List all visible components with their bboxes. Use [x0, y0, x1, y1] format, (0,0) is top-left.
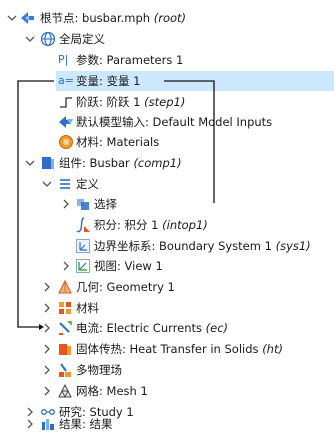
tree-item-label: 结果: 结果: [59, 417, 113, 431]
tree-item-multiphysics[interactable]: 多物理场: [0, 359, 334, 381]
view-icon: [76, 259, 90, 273]
tree-item-label: 视图: View 1: [94, 259, 163, 273]
tree-item-materials-component[interactable]: 材料: [0, 297, 334, 319]
tree-item-view[interactable]: 视图: View 1: [0, 255, 334, 277]
tree-item-global-definitions[interactable]: 全局定义: [0, 28, 334, 50]
tree-item-boundary-system[interactable]: 边界坐标系: Boundary System 1 (sys1): [0, 235, 334, 257]
tree-item-variables[interactable]: a= 变量: 变量 1: [0, 70, 334, 92]
step-function-icon: [60, 97, 72, 108]
tree-item-label: 多物理场: [76, 363, 122, 377]
materials-icon: [59, 135, 73, 149]
multiphysics-icon: [59, 363, 71, 377]
electric-currents-icon: [59, 321, 72, 335]
tree-item-root[interactable]: 根节点: busbar.mph (root): [0, 7, 334, 29]
geometry-icon: [58, 279, 72, 294]
chevron-down-icon[interactable]: [24, 156, 36, 170]
chevron-right-icon[interactable]: [60, 197, 72, 211]
component-icon: [42, 157, 54, 169]
tree-item-label: 网格: Mesh 1: [76, 384, 148, 398]
tree-item-label: 参数: Parameters 1: [76, 53, 184, 67]
tree-item-label: 固体传热: Heat Transfer in Solids (ht): [76, 342, 283, 356]
tree-item-integration[interactable]: 积分: 积分 1 (intop1): [0, 214, 334, 236]
tree-item-selection[interactable]: 选择: [0, 193, 334, 215]
chevron-down-icon[interactable]: [24, 32, 36, 46]
tree-item-electric-currents[interactable]: 电流: Electric Currents (ec): [0, 317, 334, 339]
chevron-down-icon[interactable]: [41, 177, 53, 191]
chevron-down-icon[interactable]: [6, 11, 18, 25]
tree-item-label: 积分: 积分 1 (intop1): [94, 218, 208, 232]
tree-item-step[interactable]: 阶跃: 阶跃 1 (step1): [0, 91, 334, 113]
selection-icon: [77, 199, 89, 210]
chevron-right-icon[interactable]: [24, 417, 36, 431]
tree-item-label: 阶跃: 阶跃 1 (step1): [76, 95, 186, 109]
tree-item-label: 电流: Electric Currents (ec): [76, 321, 229, 335]
variables-icon: a=: [58, 74, 74, 87]
model-tree: 根节点: busbar.mph (root) 全局定义 P| 参数: Param…: [0, 0, 334, 435]
tree-item-materials-global[interactable]: 材料: Materials: [0, 131, 334, 153]
tree-item-results[interactable]: 结果: 结果: [0, 413, 334, 435]
chevron-right-icon[interactable]: [60, 259, 72, 273]
materials-grid-icon: [59, 302, 71, 314]
tree-item-label: 几何: Geometry 1: [76, 280, 175, 294]
chevron-right-icon[interactable]: [41, 321, 53, 335]
tree-item-label: 默认模型输入: Default Model Inputs: [76, 115, 273, 129]
tree-item-geometry[interactable]: 几何: Geometry 1: [0, 276, 334, 298]
mesh-icon: [58, 383, 72, 399]
chevron-right-icon[interactable]: [41, 280, 53, 294]
tree-item-label: 根节点: busbar.mph (root): [40, 11, 187, 25]
tree-item-label: 组件: Busbar (comp1): [59, 156, 182, 170]
heat-transfer-icon: [59, 344, 71, 355]
globe-icon: [40, 31, 56, 47]
tree-item-label: 材料: Materials: [76, 135, 160, 149]
parameters-icon: P|: [58, 53, 69, 66]
tree-item-label: 选择: [94, 197, 117, 211]
results-icon: [42, 419, 54, 430]
model-inputs-icon: [59, 116, 73, 128]
tree-item-component[interactable]: 组件: Busbar (comp1): [0, 152, 334, 174]
tree-item-label: 边界坐标系: Boundary System 1 (sys1): [94, 239, 311, 253]
tree-item-label: 变量: 变量 1: [76, 74, 141, 88]
chevron-right-icon[interactable]: [41, 384, 53, 398]
chevron-right-icon[interactable]: [41, 342, 53, 356]
tree-item-default-model-inputs[interactable]: 默认模型输入: Default Model Inputs: [0, 111, 334, 133]
tree-item-definitions[interactable]: 定义: [0, 173, 334, 195]
tree-item-label: 定义: [76, 177, 99, 191]
root-node-icon: [21, 12, 34, 24]
tree-item-label: 材料: [76, 301, 99, 315]
tree-item-label: 全局定义: [59, 32, 105, 46]
definitions-icon: [60, 179, 70, 189]
coordinate-system-icon: [76, 239, 90, 253]
tree-item-mesh[interactable]: 网格: Mesh 1: [0, 380, 334, 402]
integration-icon: [76, 217, 90, 233]
tree-item-parameters[interactable]: P| 参数: Parameters 1: [0, 49, 334, 71]
tree-item-heat-transfer[interactable]: 固体传热: Heat Transfer in Solids (ht): [0, 338, 334, 360]
chevron-right-icon[interactable]: [41, 301, 53, 315]
chevron-right-icon[interactable]: [41, 363, 53, 377]
